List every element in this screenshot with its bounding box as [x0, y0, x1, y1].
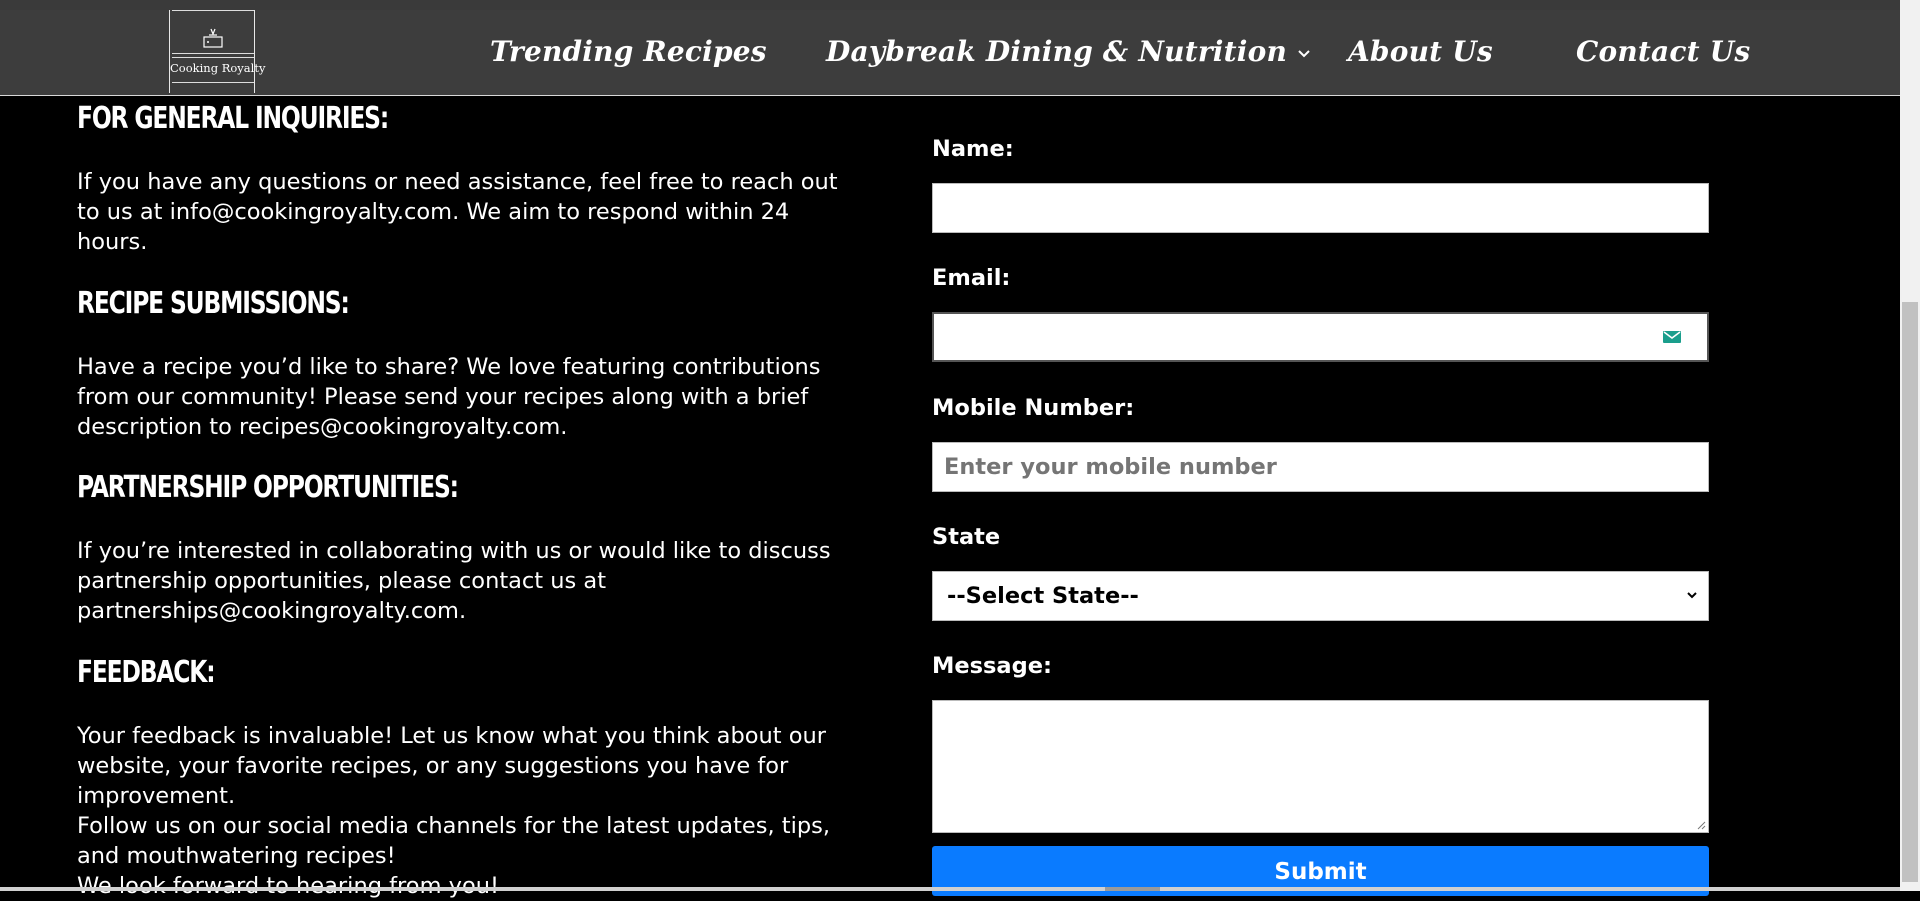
- text-recipe-submissions: Have a recipe you’d like to share? We lo…: [77, 354, 821, 440]
- message-label: Message:: [932, 653, 1052, 679]
- vertical-scrollbar[interactable]: [1900, 0, 1920, 891]
- heading-feedback: FEEDBACK:: [77, 655, 216, 690]
- nav-daybreak-dining-label: Daybreak Dining & Nutrition: [826, 35, 1288, 68]
- logo-rule-mid2: [172, 57, 254, 58]
- name-label: Name:: [932, 136, 1014, 162]
- heading-partnership: PARTNERSHIP OPPORTUNITIES:: [77, 470, 459, 505]
- crown-pot-icon: [203, 28, 223, 48]
- logo-rule-bottom: [172, 82, 254, 83]
- envelope-icon: [1663, 331, 1681, 343]
- vertical-scroll-thumb[interactable]: [1902, 302, 1918, 882]
- name-input[interactable]: [932, 183, 1709, 233]
- email-input[interactable]: [932, 312, 1709, 362]
- mobile-input[interactable]: Enter your mobile number: [932, 442, 1709, 492]
- resize-grip-icon[interactable]: [1696, 820, 1706, 830]
- message-textarea[interactable]: [932, 700, 1709, 833]
- logo-rule-mid: [172, 53, 254, 54]
- text-feedback: Your feedback is invaluable! Let us know…: [77, 723, 827, 809]
- nav-about-us[interactable]: About Us: [1348, 32, 1493, 72]
- text-closing: We look forward to hearing from you!: [77, 873, 500, 899]
- state-select-value: --Select State--: [947, 583, 1139, 609]
- horizontal-scroll-thumb[interactable]: [1105, 887, 1160, 891]
- chevron-down-icon: [1687, 592, 1697, 599]
- horizontal-scrollbar[interactable]: [0, 887, 1900, 891]
- text-partnership: If you’re interested in collaborating wi…: [77, 538, 831, 624]
- state-select[interactable]: --Select State--: [932, 571, 1709, 621]
- state-label: State: [932, 524, 1001, 550]
- site-logo[interactable]: Cooking Royalty: [169, 10, 266, 93]
- heading-recipe-submissions: RECIPE SUBMISSIONS:: [77, 286, 350, 321]
- text-follow-us: Follow us on our social media channels f…: [77, 813, 831, 869]
- heading-general-inquiries: FOR GENERAL INQUIRIES:: [77, 101, 389, 136]
- mobile-label: Mobile Number:: [932, 395, 1135, 421]
- nav-trending-recipes[interactable]: Trending Recipes: [490, 32, 767, 72]
- site-header: Cooking Royalty Trending Recipes Daybrea…: [0, 10, 1900, 96]
- logo-rule-top: [172, 10, 254, 11]
- text-general-inquiries: If you have any questions or need assist…: [77, 169, 838, 255]
- chevron-down-icon: [1298, 49, 1310, 57]
- browser-top-strip: [0, 0, 1900, 10]
- nav-contact-us[interactable]: Contact Us: [1576, 32, 1750, 72]
- nav-daybreak-dining[interactable]: Daybreak Dining & Nutrition: [826, 32, 1311, 72]
- logo-text: Cooking Royalty: [170, 61, 266, 75]
- email-label: Email:: [932, 265, 1011, 291]
